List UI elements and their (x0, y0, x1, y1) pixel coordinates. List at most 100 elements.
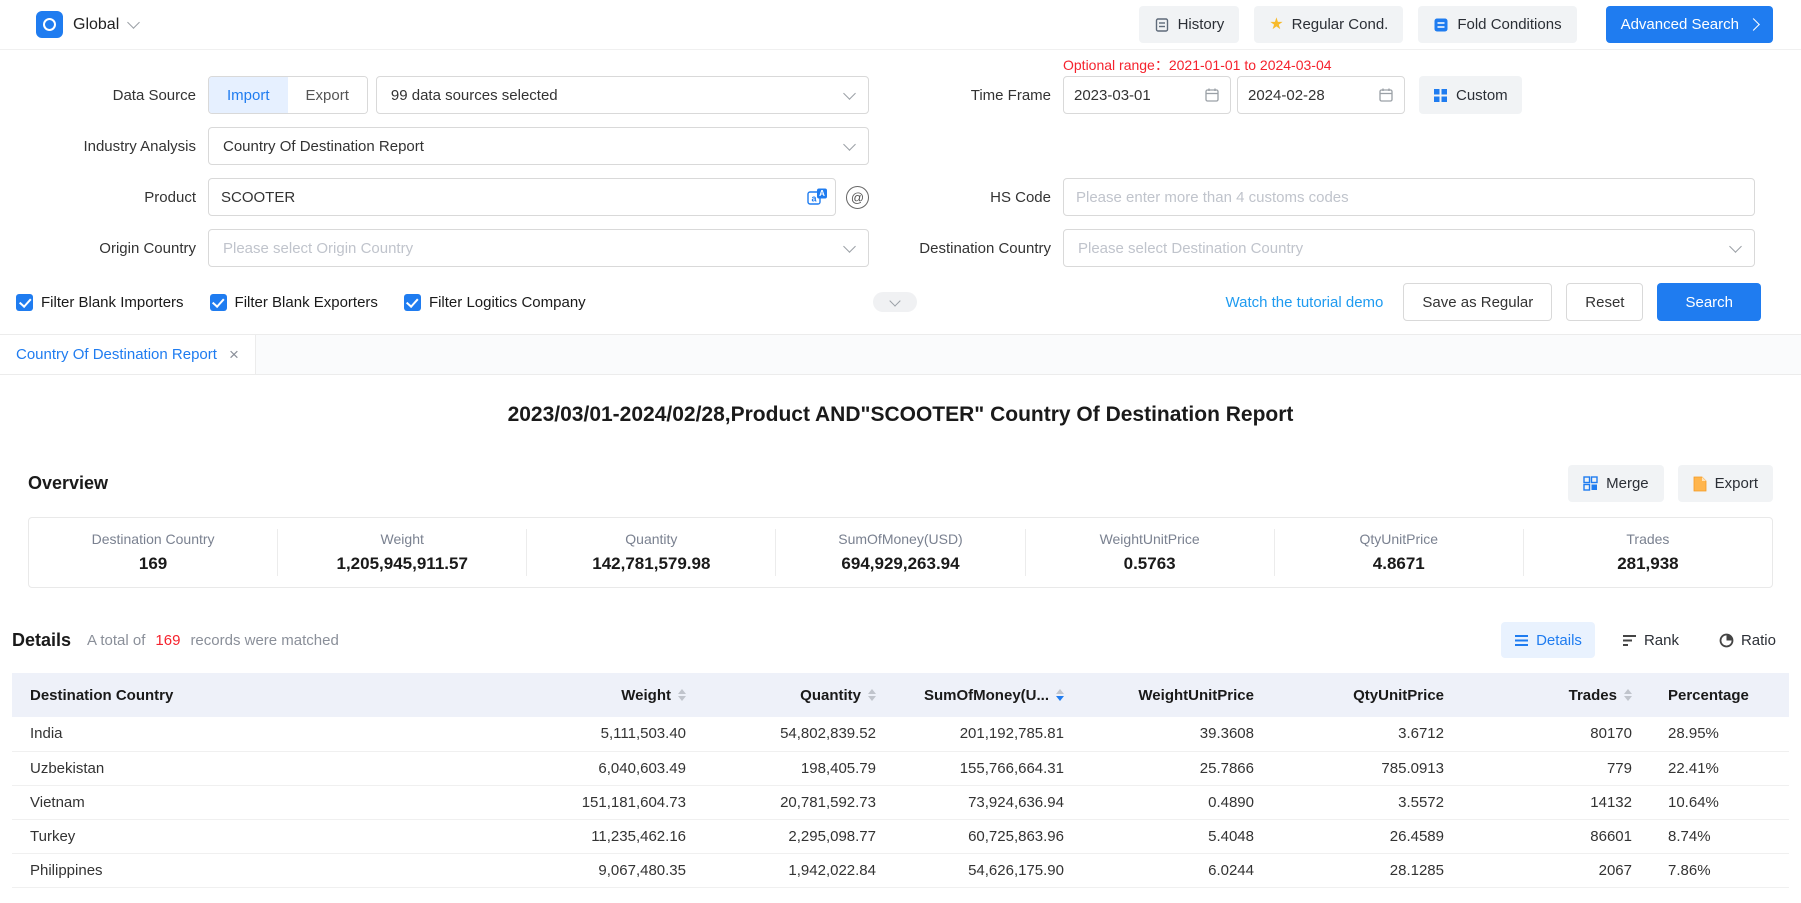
stat-qty-unit-price: QtyUnitPrice 4.8671 (1275, 529, 1524, 576)
view-ratio-button[interactable]: Ratio (1706, 622, 1789, 658)
view-ratio-label: Ratio (1741, 632, 1776, 649)
col-destination-country: Destination Country (12, 673, 514, 717)
chevron-down-icon (843, 240, 856, 253)
chevron-down-icon[interactable] (127, 16, 140, 29)
table-row: India 5,111,503.40 54,802,839.52 201,192… (12, 717, 1789, 751)
history-icon (1154, 17, 1170, 33)
chevron-down-icon (843, 138, 856, 151)
fold-conditions-button[interactable]: Fold Conditions (1418, 6, 1576, 43)
origin-country-placeholder: Please select Origin Country (223, 240, 413, 257)
history-label: History (1178, 16, 1225, 33)
records-summary: A total of 169 records were matched (87, 632, 339, 649)
table-row: Philippines 9,067,480.35 1,942,022.84 54… (12, 853, 1789, 887)
destination-country-placeholder: Please select Destination Country (1078, 240, 1303, 257)
export-toggle[interactable]: Export (288, 77, 367, 113)
tutorial-link[interactable]: Watch the tutorial demo (1226, 294, 1384, 311)
filter-blank-importers-checkbox[interactable]: Filter Blank Importers (16, 294, 184, 311)
regular-cond-label: Regular Cond. (1292, 16, 1389, 33)
industry-analysis-select[interactable]: Country Of Destination Report (208, 127, 869, 165)
form-row-industry: Industry Analysis Country Of Destination… (16, 127, 1773, 165)
product-input[interactable] (208, 178, 836, 216)
history-button[interactable]: History (1139, 6, 1240, 43)
destination-country-select[interactable]: Please select Destination Country (1063, 229, 1755, 267)
filter-label: Filter Blank Importers (41, 294, 184, 311)
details-heading: Details (12, 630, 71, 651)
data-source-label: Data Source (16, 87, 196, 104)
overview-heading: Overview (28, 473, 108, 494)
product-input-wrap: aA (208, 178, 836, 216)
end-date-input[interactable]: 2024-02-28 (1237, 76, 1405, 114)
data-source-select[interactable]: 99 data sources selected (376, 76, 869, 114)
col-sum-of-money[interactable]: SumOfMoney(U... (894, 673, 1082, 717)
checkbox-checked-icon (210, 294, 227, 311)
save-as-regular-button[interactable]: Save as Regular (1403, 283, 1552, 321)
workspace-selector[interactable]: Global (73, 16, 119, 34)
search-button[interactable]: Search (1657, 283, 1761, 321)
stat-sum-of-money: SumOfMoney(USD) 694,929,263.94 (776, 529, 1025, 576)
sort-icon-active[interactable] (1056, 689, 1064, 701)
industry-analysis-value: Country Of Destination Report (223, 138, 424, 155)
collapse-conditions-button[interactable] (873, 292, 917, 312)
filter-blank-exporters-checkbox[interactable]: Filter Blank Exporters (210, 294, 378, 311)
fold-conditions-label: Fold Conditions (1457, 16, 1561, 33)
col-trades[interactable]: Trades (1462, 673, 1650, 717)
overview-actions: Merge Export (1568, 465, 1773, 502)
filter-row: Filter Blank Importers Filter Blank Expo… (16, 280, 1773, 324)
stat-quantity: Quantity 142,781,579.98 (527, 529, 776, 576)
view-rank-button[interactable]: Rank (1609, 622, 1692, 658)
report-title: 2023/03/01-2024/02/28,Product AND"SCOOTE… (0, 403, 1801, 427)
start-date-input[interactable]: 2023-03-01 (1063, 76, 1231, 114)
sort-icon[interactable] (678, 689, 686, 701)
stat-destination-country: Destination Country 169 (29, 529, 278, 576)
merge-label: Merge (1606, 475, 1649, 492)
sort-icon[interactable] (1624, 689, 1632, 701)
chevron-down-icon (1729, 240, 1742, 253)
chevron-down-icon (843, 87, 856, 100)
destination-country-label: Destination Country (869, 240, 1051, 257)
stat-weight: Weight 1,205,945,911.57 (278, 529, 527, 576)
records-count: 169 (151, 632, 184, 649)
view-rank-label: Rank (1644, 632, 1679, 649)
app-logo (36, 11, 63, 38)
merge-icon (1583, 476, 1598, 491)
overview-section: Overview Merge Export Destination Countr… (28, 465, 1773, 588)
star-icon: ★ (1269, 17, 1283, 33)
table-row: Turkey 11,235,462.16 2,295,098.77 60,725… (12, 819, 1789, 853)
search-panel: Optional range：2021-01-01 to 2024-03-04 … (0, 50, 1801, 335)
time-frame-label: Time Frame (869, 87, 1051, 104)
tab-country-of-destination-report[interactable]: Country Of Destination Report × (0, 335, 256, 374)
import-toggle[interactable]: Import (209, 77, 288, 113)
regular-cond-button[interactable]: ★ Regular Cond. (1254, 6, 1403, 43)
view-details-button[interactable]: Details (1501, 622, 1595, 658)
sort-icon[interactable] (868, 689, 876, 701)
overview-stats-card: Destination Country 169 Weight 1,205,945… (28, 517, 1773, 588)
checkbox-checked-icon (404, 294, 421, 311)
col-qty-unit-price: QtyUnitPrice (1272, 673, 1462, 717)
col-quantity[interactable]: Quantity (704, 673, 894, 717)
stat-trades: Trades 281,938 (1524, 529, 1772, 576)
svg-text:A: A (819, 189, 825, 198)
tab-label: Country Of Destination Report (16, 346, 217, 363)
col-weight[interactable]: Weight (514, 673, 704, 717)
form-row-data-source: Data Source Import Export 99 data source… (16, 76, 1773, 114)
tab-close-icon[interactable]: × (229, 346, 239, 363)
origin-country-select[interactable]: Please select Origin Country (208, 229, 869, 267)
form-row-product: Product aA @ HS Code (16, 178, 1773, 216)
reset-button[interactable]: Reset (1566, 283, 1643, 321)
merge-button[interactable]: Merge (1568, 465, 1664, 502)
chevron-down-icon (889, 295, 900, 306)
table-row: Vietnam 151,181,604.73 20,781,592.73 73,… (12, 785, 1789, 819)
advanced-search-button[interactable]: Advanced Search (1606, 6, 1773, 43)
topbar-actions: History ★ Regular Cond. Fold Conditions … (1139, 6, 1773, 43)
filter-label: Filter Logitics Company (429, 294, 586, 311)
filter-logistics-company-checkbox[interactable]: Filter Logitics Company (404, 294, 586, 311)
translate-icon[interactable]: aA (807, 188, 828, 207)
hs-code-input[interactable] (1063, 178, 1755, 216)
custom-range-button[interactable]: Custom (1419, 76, 1522, 114)
pie-chart-icon (1719, 633, 1734, 648)
export-label: Export (1715, 475, 1758, 492)
product-helper-icon[interactable]: @ (846, 186, 869, 209)
export-button[interactable]: Export (1678, 465, 1773, 502)
data-source-value: 99 data sources selected (391, 87, 558, 104)
col-weight-unit-price: WeightUnitPrice (1082, 673, 1272, 717)
